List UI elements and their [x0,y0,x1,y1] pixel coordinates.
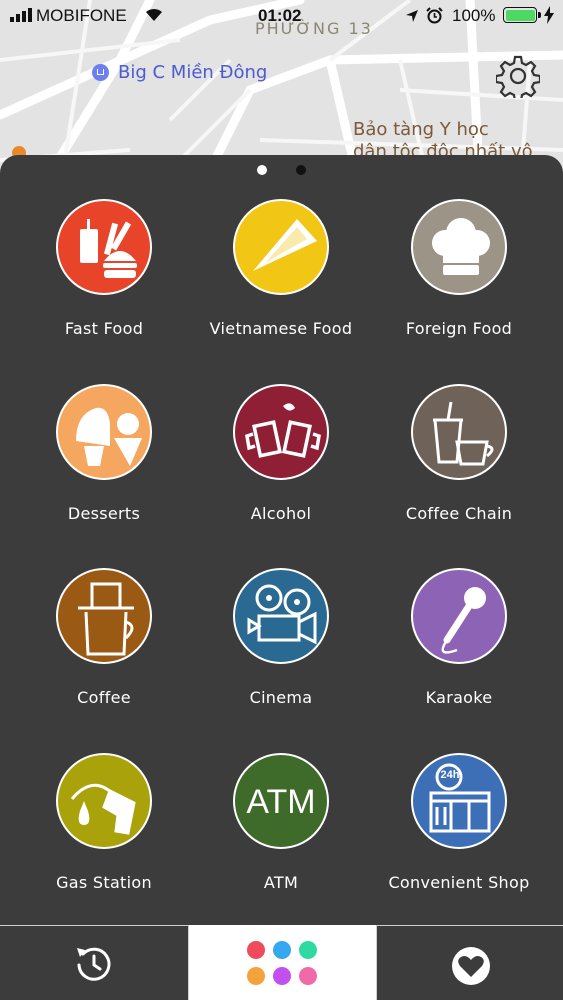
burger-fries-icon [56,199,152,295]
battery-icon [503,7,541,23]
categories-dot-icon [273,967,291,985]
category-foreign-food[interactable]: Foreign Food [369,199,549,338]
category-cinema[interactable]: Cinema [191,568,371,707]
history-icon [74,944,114,989]
tab-favorites[interactable] [376,925,563,1000]
category-convenient-shop[interactable]: 24h Convenient Shop [369,753,549,892]
categories-dot-icon [247,967,265,985]
coffee-filter-icon [56,568,152,664]
fuel-nozzle-icon [56,753,152,849]
dessert-icon [56,384,152,480]
tab-categories[interactable] [189,925,376,1000]
category-fast-food[interactable]: Fast Food [14,199,194,338]
charging-bolt-icon [544,6,554,29]
categories-dot-icon [299,967,317,985]
museum-label-line1: Bảo tàng Y học [353,119,489,140]
atm-icon-text: ATM [246,783,316,821]
category-label: Foreign Food [405,319,513,338]
page-dot-2[interactable] [296,165,306,175]
category-coffee[interactable]: Coffee [14,568,194,707]
tab-history[interactable] [0,925,189,1000]
film-camera-icon [233,568,329,664]
category-label: Alcohol [250,504,312,523]
conical-hat-icon [233,199,329,295]
favorites-heart-icon [447,946,495,991]
settings-gear-icon[interactable] [496,54,540,98]
alarm-icon [426,7,443,29]
status-bar: MOBIFONE 01:02 100% [0,0,563,32]
chef-hat-icon [411,199,507,295]
category-label: Coffee [77,688,131,707]
carrier-name: MOBIFONE [36,6,127,25]
poi-marker-icon[interactable] [92,64,109,81]
category-alcohol[interactable]: Alcohol [191,384,371,523]
category-karaoke[interactable]: Karaoke [369,568,549,707]
microphone-icon [411,568,507,664]
category-label: Desserts [67,504,141,523]
category-label: Karaoke [425,688,493,707]
category-label: Cinema [249,688,313,707]
categories-dot-icon [247,941,265,959]
category-atm[interactable]: ATM ATM [191,753,371,892]
signal-bars-icon [10,8,34,22]
category-label: Vietnamese Food [209,319,353,338]
category-coffee-chain[interactable]: Coffee Chain [369,384,549,523]
category-label: ATM [263,873,299,892]
coffee-cups-icon [411,384,507,480]
atm-icon: ATM [233,753,329,849]
shop-24h-icon: 24h [411,753,507,849]
battery-percentage: 100% [452,6,496,25]
beer-mugs-icon [233,384,329,480]
shop-24h-text: 24h [440,769,460,781]
poi-label[interactable]: Big C Miền Đông [118,62,267,83]
category-label: Convenient Shop [388,873,530,892]
categories-dot-icon [273,941,291,959]
page-dot-1[interactable] [257,165,267,175]
category-label: Gas Station [56,873,152,892]
wifi-icon [144,6,164,27]
status-time: 01:02 [258,6,302,25]
category-gas-station[interactable]: Gas Station [14,753,194,892]
location-arrow-icon [405,8,419,28]
category-label: Coffee Chain [405,504,513,523]
category-vietnamese-food[interactable]: Vietnamese Food [191,199,371,338]
category-label: Fast Food [64,319,144,338]
bottom-tab-bar [0,925,563,1000]
categories-dot-icon [299,941,317,959]
category-desserts[interactable]: Desserts [14,384,194,523]
